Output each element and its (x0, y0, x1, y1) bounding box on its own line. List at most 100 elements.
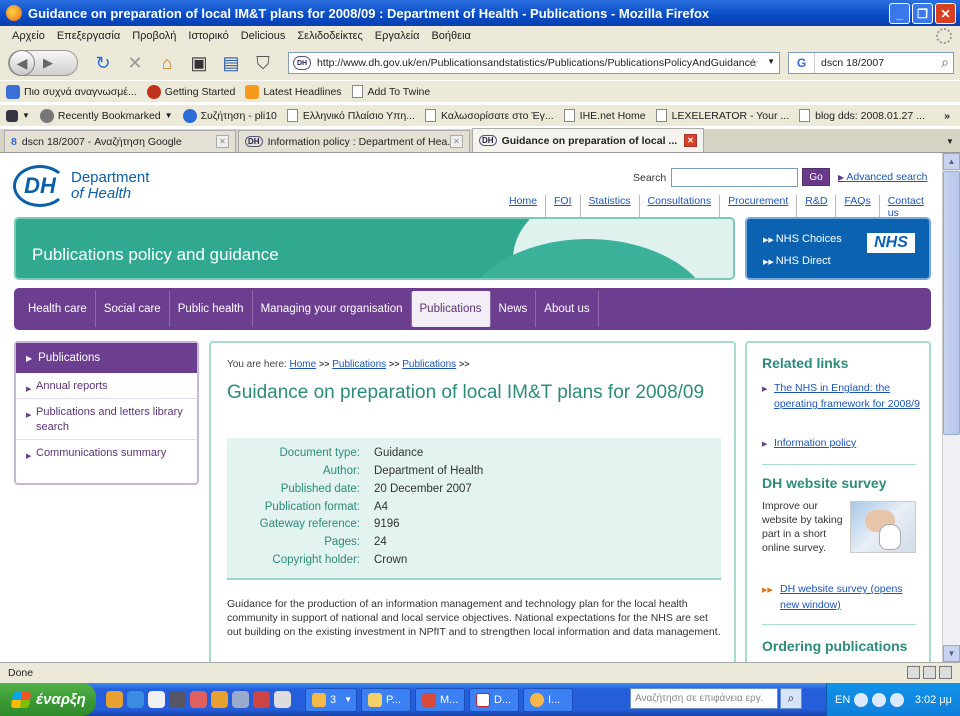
url-text[interactable]: http://www.dh.gov.uk/en/Publicationsands… (317, 57, 756, 69)
quick-launch-icon[interactable] (169, 691, 186, 708)
quick-launch-icon[interactable] (232, 691, 249, 708)
dh-logo[interactable]: DH Department of Health (13, 165, 149, 207)
desktop-search-input[interactable]: Αναζήτηση σε επιφάνεια εργ. (630, 688, 778, 709)
link-statistics[interactable]: Statistics (579, 195, 639, 219)
nav-health-care[interactable]: Health care (20, 291, 96, 327)
related-link-information-policy[interactable]: Information policy (762, 435, 922, 453)
bookmark-most-visited[interactable]: Πιο συχνά αναγνωσμέ... (6, 84, 137, 99)
close-tab-icon[interactable]: ✕ (450, 135, 463, 148)
left-nav-communications[interactable]: Communications summary (16, 440, 197, 465)
go-button[interactable]: Go (802, 168, 830, 186)
link-rnd[interactable]: R&D (796, 195, 835, 219)
scroll-down-icon[interactable]: ▼ (943, 645, 960, 662)
nav-publications[interactable]: Publications (411, 291, 491, 327)
task-browser[interactable]: I... (523, 687, 573, 712)
language-indicator[interactable]: EN (835, 694, 850, 706)
link-home[interactable]: Home (509, 195, 545, 219)
related-link-operating-framework[interactable]: The NHS in England: the operating framew… (762, 380, 922, 412)
desktop-search-icon[interactable]: ⌕ (780, 688, 802, 709)
tab-google-search[interactable]: 8 dscn 18/2007 - Αναζήτηση Google ✕ (4, 130, 236, 152)
menu-history[interactable]: Ιστορικό (182, 30, 234, 42)
status-icon[interactable] (923, 666, 936, 679)
close-window-button[interactable]: ✕ (935, 3, 956, 24)
quick-launch-icon[interactable] (190, 691, 207, 708)
nhs-direct-link[interactable]: NHS Direct (763, 255, 831, 267)
nav-about-us[interactable]: About us (536, 291, 599, 327)
link-procurement[interactable]: Procurement (719, 195, 796, 219)
menu-tools[interactable]: Εργαλεία (369, 30, 426, 42)
breadcrumb-publications-2[interactable]: Publications (402, 359, 456, 370)
stop-icon[interactable]: ✕ (124, 52, 146, 74)
url-dropdown-icon[interactable]: ▼ (767, 57, 775, 66)
task-mail[interactable]: M... (415, 687, 465, 712)
bookmark-lexelerator[interactable]: LEXELERATOR - Your ... (655, 109, 789, 122)
quick-launch-icon[interactable] (106, 691, 123, 708)
link-foi[interactable]: FOI (545, 195, 580, 219)
restore-button[interactable]: ❐ (912, 3, 933, 24)
bookmark-blog-dds[interactable]: blog dds: 2008.01.27 ... (799, 109, 925, 122)
quick-launch-icon[interactable] (148, 691, 165, 708)
tray-icon[interactable] (854, 692, 869, 707)
task-explorer[interactable]: P... (361, 687, 411, 712)
vertical-scrollbar[interactable]: ▲ ▼ (942, 153, 960, 662)
minimize-button[interactable]: _ (889, 3, 910, 24)
tab-list-dropdown-icon[interactable]: ▼ (942, 132, 958, 150)
tab-information-policy[interactable]: DH Information policy : Department of He… (238, 130, 470, 152)
bookmark-getting-started[interactable]: Getting Started (146, 84, 235, 99)
close-tab-icon[interactable]: ✕ (684, 134, 697, 147)
quick-launch-icon[interactable] (211, 691, 228, 708)
search-bar[interactable]: G dscn 18/2007 ⌕ (788, 52, 954, 74)
advanced-search-link[interactable]: Advanced search (838, 171, 927, 183)
tray-icon[interactable] (890, 692, 905, 707)
tab-guidance[interactable]: DH Guidance on preparation of local ... … (472, 128, 704, 152)
nav-social-care[interactable]: Social care (96, 291, 170, 327)
nav-public-health[interactable]: Public health (170, 291, 253, 327)
forward-button[interactable]: ▶ (43, 55, 53, 71)
bookmarks-menu-icon[interactable]: ▼ (6, 109, 30, 122)
nav-news[interactable]: News (491, 291, 537, 327)
menu-help[interactable]: Βοήθεια (425, 30, 476, 42)
tag-icon[interactable]: ⛉ (252, 52, 274, 74)
search-field-value[interactable]: dscn 18/2007 (821, 57, 884, 69)
scroll-up-icon[interactable]: ▲ (943, 153, 960, 170)
back-button[interactable]: ◀ (9, 50, 35, 76)
menu-bookmarks[interactable]: Σελιδοδείκτες (291, 30, 368, 42)
bookmark-ihe[interactable]: IHE.net Home (563, 109, 646, 122)
site-search-input[interactable] (671, 168, 798, 187)
screenshot-icon[interactable]: ▣ (188, 52, 210, 74)
menu-file[interactable]: Αρχείο (6, 30, 51, 42)
quick-launch-icon[interactable] (274, 691, 291, 708)
menu-delicious[interactable]: Delicious (235, 30, 292, 42)
breadcrumb-publications[interactable]: Publications (332, 359, 386, 370)
left-nav-annual-reports[interactable]: Annual reports (16, 373, 197, 399)
nav-managing-organisation[interactable]: Managing your organisation (253, 291, 412, 327)
breadcrumb-home[interactable]: Home (289, 359, 316, 370)
sidebar-icon[interactable]: ▤ (220, 52, 242, 74)
tray-icon[interactable] (872, 692, 887, 707)
bookmark-latest-headlines[interactable]: Latest Headlines (245, 84, 342, 99)
bookmark-star-icon[interactable]: ☆ (747, 55, 759, 71)
survey-link[interactable]: DH website survey (opens new window) (762, 581, 922, 613)
nhs-choices-link[interactable]: NHS Choices (763, 233, 842, 245)
scroll-thumb[interactable] (943, 171, 960, 435)
status-icon[interactable] (939, 666, 952, 679)
menu-edit[interactable]: Επεξεργασία (51, 30, 126, 42)
link-faqs[interactable]: FAQs (835, 195, 878, 219)
bookmark-pli10[interactable]: Συζήτηση - pli10 (182, 108, 277, 123)
start-button[interactable]: έναρξη (0, 683, 96, 716)
google-engine-icon[interactable]: G (789, 53, 815, 73)
bookmark-recently-bookmarked[interactable]: Recently Bookmarked ▼ (39, 108, 173, 123)
reload-icon[interactable]: ↻ (92, 52, 114, 74)
bookmark-add-to-twine[interactable]: Add To Twine (351, 85, 430, 98)
left-nav-library-search[interactable]: Publications and letters library search (16, 399, 197, 440)
search-icon[interactable]: ⌕ (941, 54, 949, 71)
chevron-right-icon[interactable]: » (944, 110, 950, 122)
task-firefox[interactable]: 3 ▼ (305, 687, 357, 712)
address-bar[interactable]: DH http://www.dh.gov.uk/en/Publicationsa… (288, 52, 780, 74)
bookmark-greek-framework[interactable]: Ελληνικό Πλαίσιο Υπη... (286, 109, 415, 122)
status-icon[interactable] (907, 666, 920, 679)
left-nav-heading[interactable]: Publications (16, 343, 197, 373)
quick-launch-icon[interactable] (253, 691, 270, 708)
bookmark-welcome[interactable]: Καλωσορίσατε στο Έγ... (425, 109, 554, 122)
menu-view[interactable]: Προβολή (126, 30, 182, 42)
